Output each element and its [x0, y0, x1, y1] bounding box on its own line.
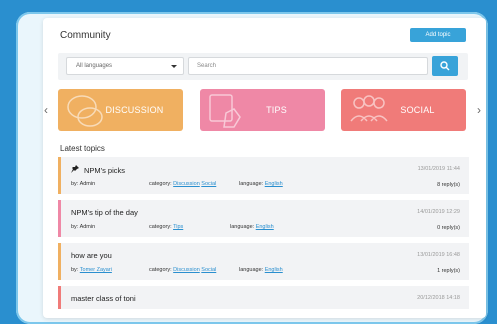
- topic-accent-bar: [58, 200, 61, 237]
- topic-row[interactable]: NPM's picks by: Admin category: Discussi…: [58, 157, 469, 194]
- language-select-value: All languages: [76, 63, 113, 69]
- category-tile-social[interactable]: SOCIAL: [341, 89, 466, 131]
- search-icon: [440, 61, 450, 71]
- page-title: Community: [60, 30, 111, 41]
- category-tile-label: TIPS: [266, 105, 287, 115]
- topic-row[interactable]: how are you by: Tomer Zayari category: D…: [58, 243, 469, 280]
- topic-replies: 8 reply(s): [437, 182, 460, 188]
- topic-accent-bar: [58, 157, 61, 194]
- topic-row[interactable]: NPM's tip of the day by: Admin category:…: [58, 200, 469, 237]
- category-link-social[interactable]: Social: [201, 181, 216, 187]
- language-link[interactable]: English: [265, 181, 283, 187]
- search-input[interactable]: Search: [188, 57, 428, 75]
- topic-date: 14/01/2019 12:29: [417, 209, 460, 215]
- language-select[interactable]: All languages: [66, 57, 184, 75]
- chat-bubbles-icon: [67, 95, 103, 127]
- topic-title[interactable]: NPM's picks: [84, 166, 125, 175]
- carousel-next-arrow[interactable]: ›: [477, 103, 481, 117]
- category-link-discussion[interactable]: Discussion: [173, 181, 200, 187]
- topic-replies: 0 reply(s): [437, 225, 460, 231]
- category-link-discussion[interactable]: Discussion: [173, 267, 200, 273]
- category-tile-label: SOCIAL: [400, 105, 435, 115]
- topic-date: 20/12/2018 14:18: [417, 295, 460, 301]
- language-label: language:: [239, 267, 264, 273]
- category-tile-label: DISCUSSION: [105, 105, 164, 115]
- topic-date: 13/01/2019 11:44: [417, 166, 460, 172]
- category-label: category:: [149, 224, 172, 230]
- topic-accent-bar: [58, 243, 61, 280]
- caret-down-icon: [171, 65, 177, 68]
- add-topic-button[interactable]: Add topic: [410, 28, 466, 42]
- language-label: language:: [230, 224, 255, 230]
- category-label: category:: [149, 181, 172, 187]
- topic-title[interactable]: how are you: [71, 251, 112, 260]
- topic-row[interactable]: master class of toni 20/12/2018 14:18: [58, 286, 469, 309]
- topic-title[interactable]: master class of toni: [71, 294, 136, 303]
- topic-accent-bar: [58, 286, 61, 309]
- topic-replies: 1 reply(s): [437, 268, 460, 274]
- pin-icon: [71, 165, 79, 175]
- topic-author-link[interactable]: Tomer Zayari: [80, 267, 112, 273]
- by-label: by:: [71, 267, 79, 273]
- by-label: by:: [71, 181, 79, 187]
- category-link-social[interactable]: Social: [201, 267, 216, 273]
- topic-author: Admin: [79, 224, 96, 230]
- carousel-prev-arrow[interactable]: ‹: [44, 103, 48, 117]
- topic-date: 13/01/2019 16:48: [417, 252, 460, 258]
- language-label: language:: [239, 181, 264, 187]
- topic-title[interactable]: NPM's tip of the day: [71, 208, 138, 217]
- language-link[interactable]: English: [256, 224, 274, 230]
- latest-topics-heading: Latest topics: [60, 144, 105, 153]
- by-label: by:: [71, 224, 79, 230]
- search-placeholder: Search: [197, 63, 217, 69]
- category-label: category:: [149, 267, 172, 273]
- people-group-icon: [350, 95, 388, 122]
- category-link-tips[interactable]: Tips: [173, 224, 183, 230]
- language-link[interactable]: English: [265, 267, 283, 273]
- category-tile-discussion[interactable]: DISCUSSION: [58, 89, 183, 131]
- search-button[interactable]: [432, 56, 458, 76]
- topic-author: Admin: [79, 181, 96, 187]
- tablet-hand-icon: [209, 94, 241, 128]
- category-tile-tips[interactable]: TIPS: [200, 89, 325, 131]
